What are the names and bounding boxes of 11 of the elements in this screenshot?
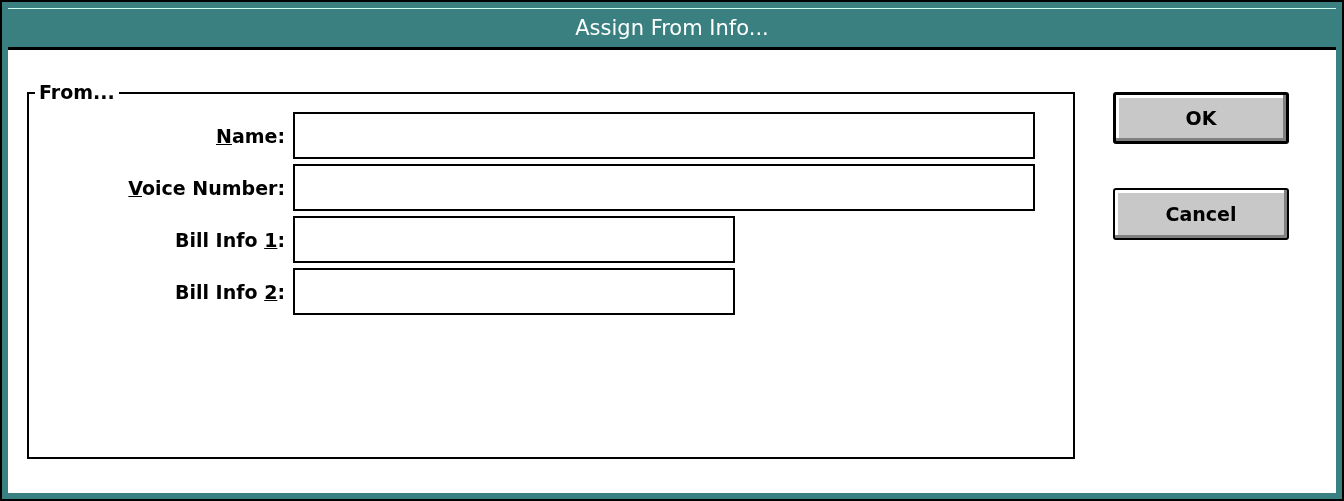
input-field[interactable] xyxy=(293,268,735,315)
input-field[interactable] xyxy=(293,112,1035,159)
window-title: Assign From Info... xyxy=(8,8,1336,50)
cancel-button[interactable]: Cancel xyxy=(1113,188,1289,240)
field-label: Bill Info 1: xyxy=(175,228,285,251)
field-label: Name: xyxy=(216,124,285,147)
field-label: Voice Number: xyxy=(128,176,285,199)
input-field[interactable] xyxy=(293,216,735,263)
ok-button[interactable]: OK xyxy=(1113,92,1289,144)
input-field[interactable] xyxy=(293,164,1035,211)
field-label: Bill Info 2: xyxy=(175,280,285,303)
